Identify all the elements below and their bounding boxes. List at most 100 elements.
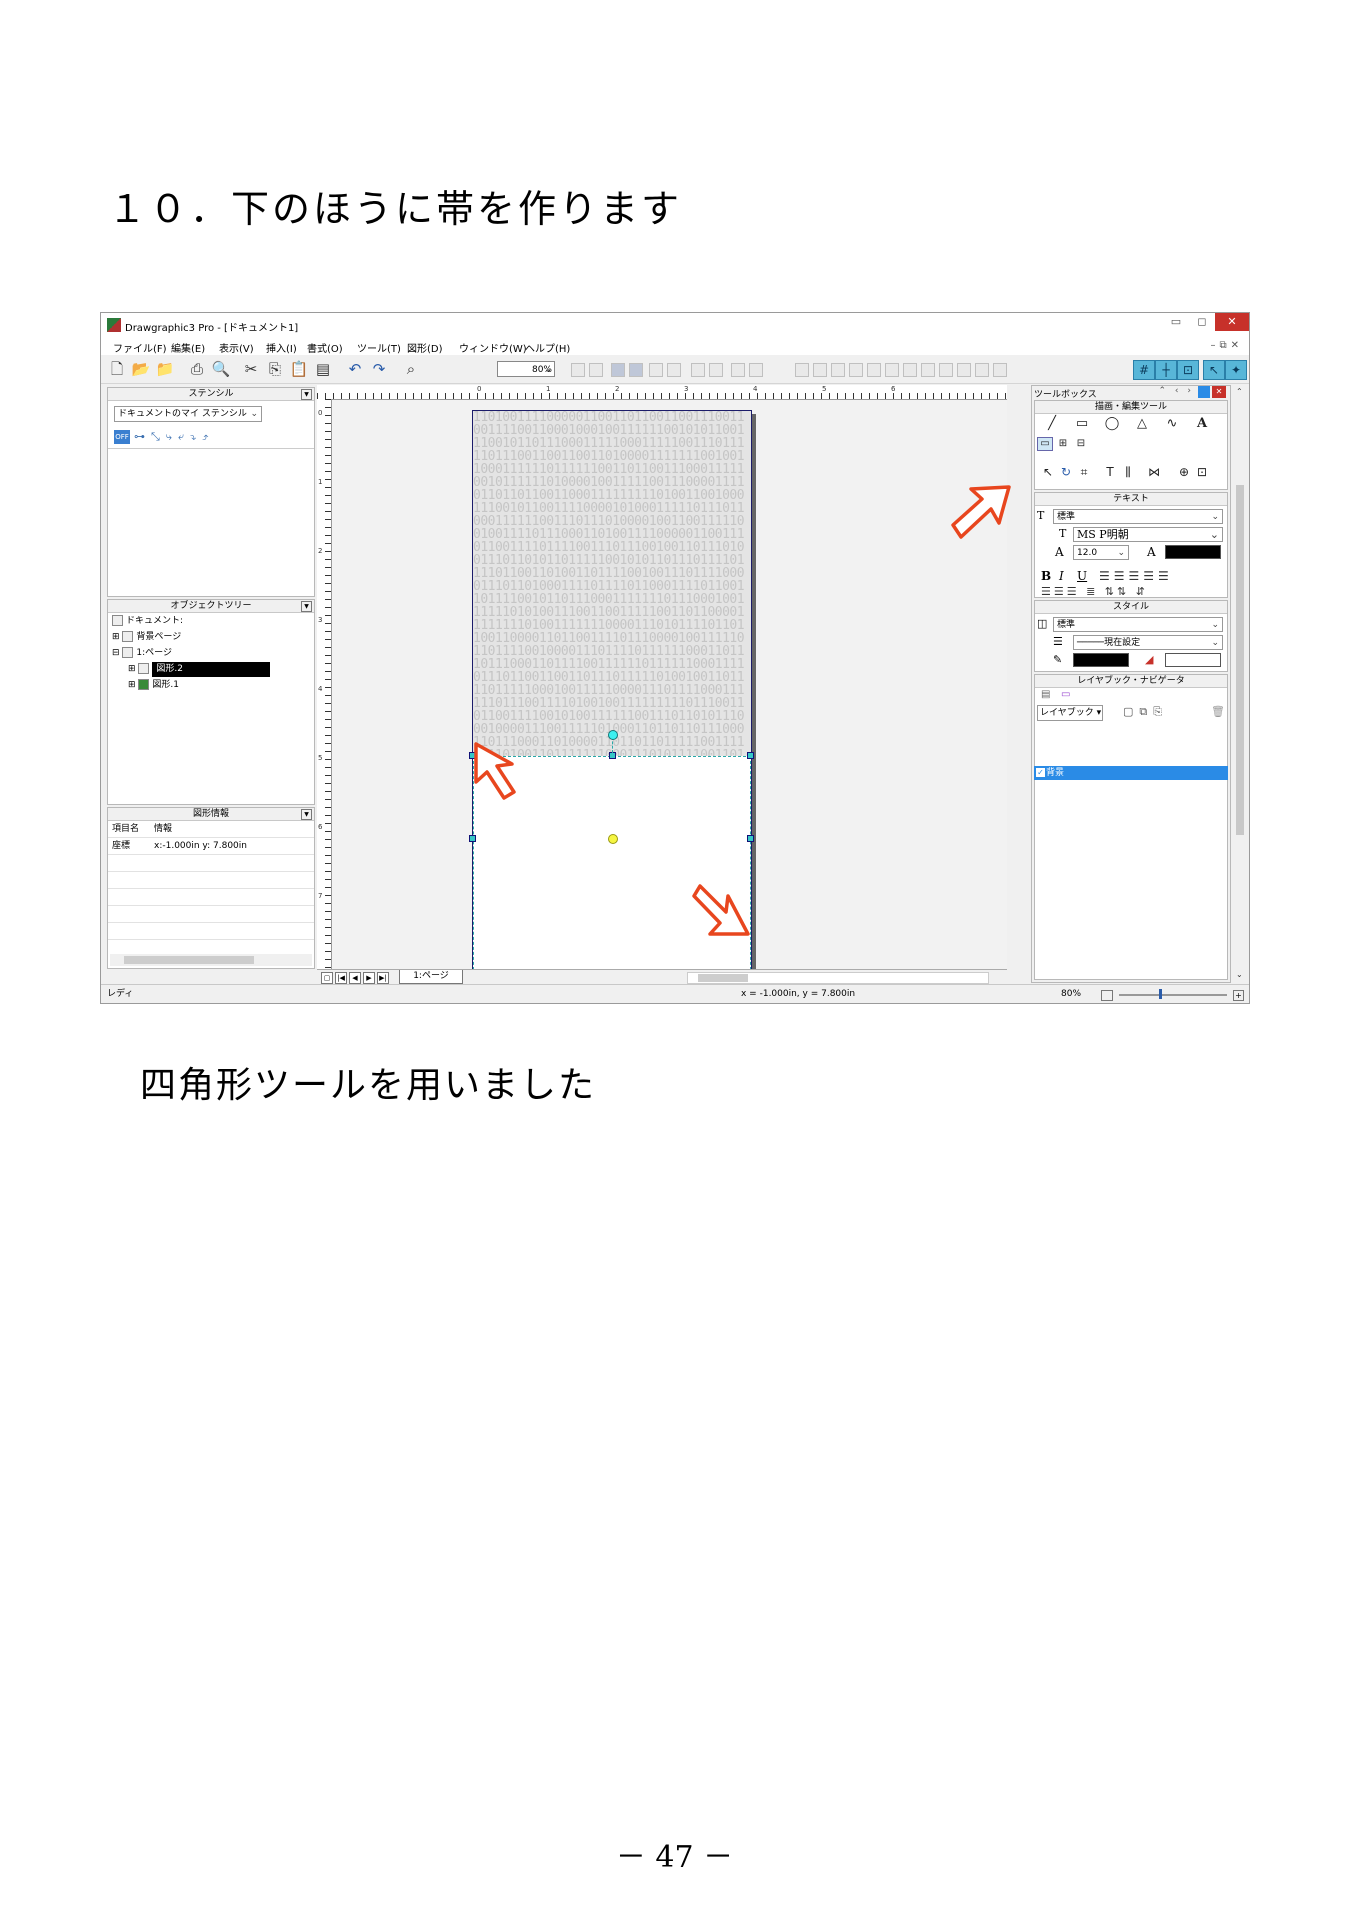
connector-tool-icon[interactable]: ⋈ <box>1145 463 1163 481</box>
menu-tools[interactable]: ツール(T) <box>357 340 401 355</box>
text-extra-icons[interactable]: ☰☰☰ ≣ ⇅⇅ ⇵ <box>1041 585 1148 598</box>
panel-menu-icon[interactable]: ▼ <box>301 389 312 400</box>
canvas-h-scrollbar[interactable] <box>687 972 989 984</box>
print-preview-icon[interactable]: 🔍 <box>211 359 231 379</box>
toolbar-slot-icon[interactable] <box>939 363 953 377</box>
bring-front-icon[interactable] <box>611 363 625 377</box>
zoom-slider[interactable] <box>1119 994 1227 996</box>
drawing-canvas[interactable]: 1101001111000001100110110011001110011001… <box>332 400 1007 969</box>
align-center-icon[interactable] <box>589 363 603 377</box>
ellipse-tool-icon[interactable]: ◯ <box>1103 415 1121 433</box>
tree-item-shape-1[interactable]: ⊞ 図形.1 <box>128 678 179 693</box>
separate-icon[interactable] <box>749 363 763 377</box>
tab-page-1[interactable]: 1:ページ <box>399 970 463 984</box>
restore-button[interactable]: ◻ <box>1189 313 1215 331</box>
grid-icon[interactable]: # <box>1133 360 1155 380</box>
text-frame-icon[interactable]: T <box>1101 463 1119 481</box>
line-tool-icon[interactable]: ╱ <box>1043 415 1061 433</box>
line-color-icon[interactable]: ✎ <box>1053 653 1062 666</box>
zoom-select[interactable]: 80% ⌄ <box>497 361 555 377</box>
menu-file[interactable]: ファイル(F) <box>113 340 167 355</box>
toolbox-nav-icons[interactable]: ⌃ ‹ › <box>1159 386 1194 396</box>
zoom-slider-thumb[interactable] <box>1159 989 1162 999</box>
pan-tool-icon[interactable]: ⊡ <box>1193 463 1211 481</box>
chevron-down-icon[interactable]: ⌄ <box>1236 970 1243 979</box>
resize-handle[interactable] <box>469 835 476 842</box>
toolbar-slot-icon[interactable] <box>867 363 881 377</box>
select-tool-icon[interactable]: ↖ <box>1039 463 1057 481</box>
rounded-rect-subtool-icon[interactable]: ⊞ <box>1055 437 1071 451</box>
zoom-in-icon[interactable]: + <box>1233 990 1244 1001</box>
polygon-tool-icon[interactable]: △ <box>1133 415 1151 433</box>
rotate-tool-icon[interactable]: ↻ <box>1057 463 1075 481</box>
undo-icon[interactable]: ↶ <box>345 359 365 379</box>
redo-icon[interactable]: ↷ <box>369 359 389 379</box>
snap-icon[interactable]: ⊡ <box>1177 360 1199 380</box>
rectangle-subtool-icon[interactable]: ▭ <box>1037 437 1053 451</box>
layerbook-button[interactable]: レイヤブック ▾ <box>1037 705 1103 721</box>
paste-icon[interactable]: 📋 <box>289 359 309 379</box>
text-tool-icon[interactable]: A <box>1193 415 1211 433</box>
line-setting-select[interactable]: ─────現在設定 ⌄ <box>1073 635 1223 650</box>
menu-insert[interactable]: 挿入(I) <box>266 340 297 355</box>
zoom-fit-icon[interactable] <box>1101 990 1113 1001</box>
vertical-text-icon[interactable]: ⫼ <box>1119 463 1137 481</box>
fill-color-icon[interactable]: ◢ <box>1145 653 1153 666</box>
v-scrollbar[interactable]: ⌃ ⌄ <box>1233 385 1247 983</box>
tree-item-document[interactable]: ドキュメント: <box>112 614 183 629</box>
center-point-icon[interactable] <box>608 834 618 844</box>
bold-button[interactable]: B <box>1041 569 1051 583</box>
stencil-off-toggle[interactable]: OFF <box>114 430 130 444</box>
tree-item-background-page[interactable]: ⊞ 背景ページ <box>112 630 181 645</box>
snap-point-icon[interactable]: ✦ <box>1225 360 1247 380</box>
paste-special-icon[interactable]: ▤ <box>313 359 333 379</box>
v-scrollbar-thumb[interactable] <box>1236 485 1244 835</box>
connector-icons[interactable]: ⊶⤡⤷⤶⤵⤴ <box>134 430 214 444</box>
toolbar-slot-icon[interactable] <box>921 363 935 377</box>
copy-icon[interactable]: ⎘ <box>265 359 285 379</box>
cut-icon[interactable]: ✂ <box>241 359 261 379</box>
prev-page-button[interactable]: ◀ <box>349 972 361 984</box>
tree-item-page[interactable]: ⊟ 1:ページ <box>112 646 172 661</box>
snap-shape-icon[interactable]: ↖ <box>1203 360 1225 380</box>
rectangle-tool-icon[interactable]: ▭ <box>1073 415 1091 433</box>
line-color-swatch[interactable] <box>1073 653 1129 667</box>
guide-icon[interactable]: ┼ <box>1155 360 1177 380</box>
toolbar-slot-icon[interactable] <box>831 363 845 377</box>
resize-handle[interactable] <box>747 752 754 759</box>
stencil-selector[interactable]: ドキュメントのマイ ステンシル ⌄ <box>114 406 262 422</box>
italic-button[interactable]: I <box>1059 569 1064 583</box>
send-back-icon[interactable] <box>629 363 643 377</box>
page-view-icon[interactable]: ▢ <box>321 972 333 984</box>
toolbar-slot-icon[interactable] <box>885 363 899 377</box>
rotation-handle[interactable] <box>608 730 618 740</box>
toolbar-slot-icon[interactable] <box>795 363 809 377</box>
table-subtool-icon[interactable]: ⊟ <box>1073 437 1089 451</box>
node-tool-icon[interactable]: ⌗ <box>1075 463 1093 481</box>
last-page-button[interactable]: ▶| <box>377 972 389 984</box>
layer-checkbox[interactable]: ✓ <box>1036 768 1045 777</box>
close-icon[interactable]: ✕ <box>1212 386 1226 398</box>
minimize-button[interactable]: ▭ <box>1163 313 1189 331</box>
binary-pattern-image[interactable]: 1101001111000001100110110011001110011001… <box>473 411 751 756</box>
menu-window[interactable]: ウィンドウ(W) <box>459 340 527 355</box>
text-color-icon[interactable]: A <box>1147 545 1156 559</box>
tree-item-shape-2[interactable]: ⊞ 図形.2 <box>128 662 271 677</box>
paragraph-align-icons[interactable]: ☰☰☰☰☰ <box>1099 569 1173 583</box>
zoom-icon[interactable]: ⌕ <box>401 359 421 379</box>
toolbar-slot-icon[interactable] <box>957 363 971 377</box>
font-size-select[interactable]: 12.0 ⌄ <box>1073 545 1129 560</box>
group-icon[interactable] <box>691 363 705 377</box>
text-style-select[interactable]: 標準 ⌄ <box>1053 509 1223 524</box>
underline-button[interactable]: U <box>1077 569 1087 583</box>
resize-handle[interactable] <box>747 835 754 842</box>
new-document-icon[interactable]: 🗋 <box>107 359 127 379</box>
menu-view[interactable]: 表示(V) <box>219 340 254 355</box>
panel-menu-icon[interactable]: ▼ <box>301 601 312 612</box>
h-scrollbar-thumb[interactable] <box>698 974 748 982</box>
fill-color-swatch[interactable] <box>1165 653 1221 667</box>
ungroup-icon[interactable] <box>709 363 723 377</box>
shape-style-select[interactable]: 標準 ⌄ <box>1053 617 1223 632</box>
text-color-swatch[interactable] <box>1165 545 1221 559</box>
mdi-controls[interactable]: –⧉✕ <box>1210 340 1243 351</box>
